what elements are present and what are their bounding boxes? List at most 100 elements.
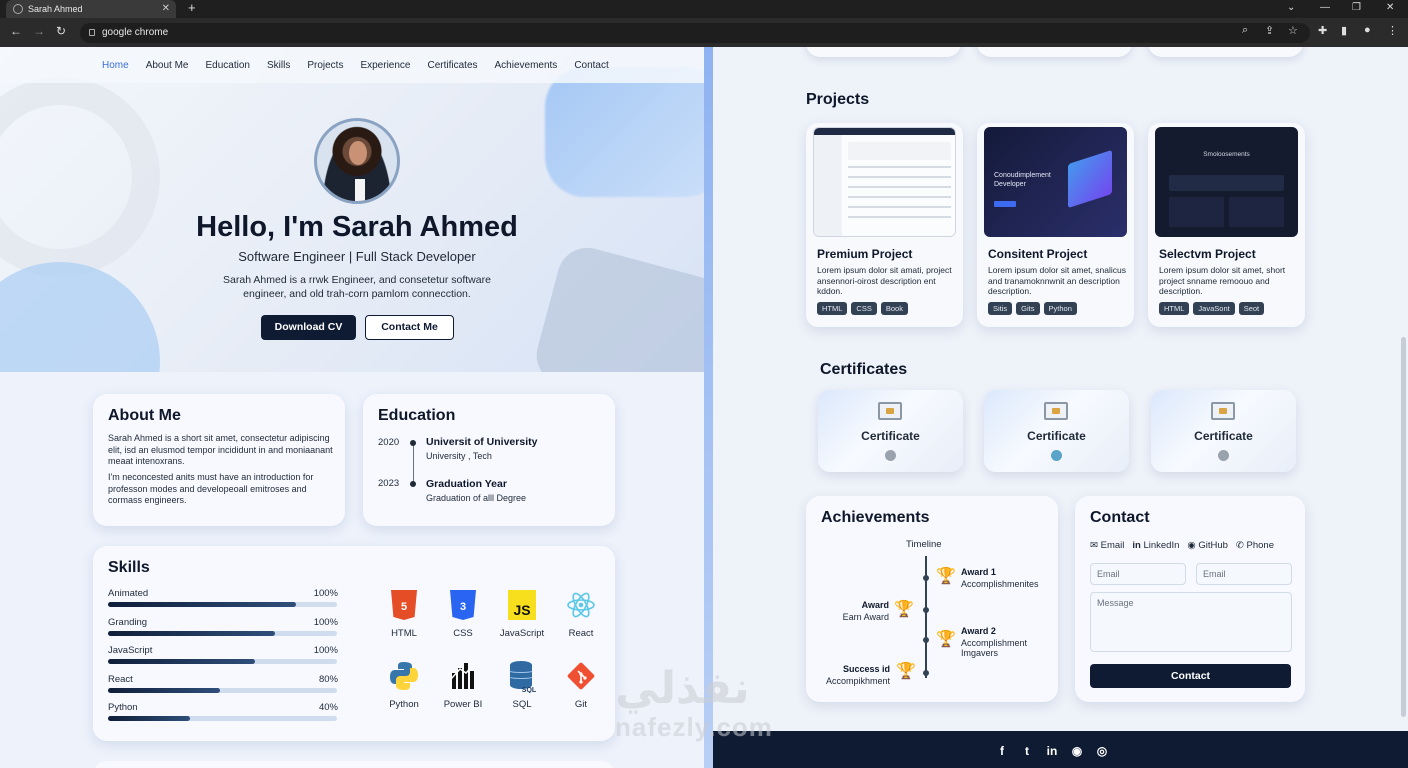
project-card[interactable]: Smoloosements Selectvm Project Lorem ips…: [1148, 123, 1305, 327]
portfolio-right-pane: Projects Premium Project Lorem ipsum dol…: [713, 47, 1408, 731]
skill-bar: [108, 659, 337, 664]
trophy-icon: 🏆: [936, 631, 956, 648]
email-field[interactable]: Email: [1196, 563, 1292, 585]
github-link[interactable]: ◉ GitHub: [1187, 540, 1228, 551]
menu-icon[interactable]: ⋮: [1387, 24, 1398, 37]
svg-text:3: 3: [460, 601, 466, 613]
email-link[interactable]: ✉ Email: [1090, 540, 1124, 551]
project-desc: Lorem ipsum dolor sit amati, project ans…: [817, 265, 952, 296]
message-field[interactable]: Message: [1090, 592, 1292, 652]
timeline-dot: [923, 637, 929, 643]
project-tag: Sitis: [988, 302, 1013, 315]
reload-icon[interactable]: ↻: [56, 24, 66, 38]
nav-skills[interactable]: Skills: [267, 60, 290, 71]
facebook-icon[interactable]: f: [995, 744, 1009, 758]
restore-icon[interactable]: ❐: [1352, 0, 1361, 16]
bookmark-star-icon[interactable]: ☆: [1288, 24, 1298, 37]
globe-icon: [13, 4, 23, 14]
skill-bar-fill: [108, 687, 221, 693]
back-icon[interactable]: ←: [10, 24, 22, 38]
shot-panel: [1229, 197, 1284, 227]
project-card[interactable]: Premium Project Lorem ipsum dolor sit am…: [806, 123, 963, 327]
achievement-title: Award: [861, 600, 889, 610]
project-tag: Seot: [1238, 302, 1265, 315]
project-desc: Lorem ipsum dolor sit amet, snalicus and…: [988, 265, 1126, 296]
timeline-label: Timeline: [906, 539, 942, 550]
address-bar[interactable]: google chrome: [80, 23, 1310, 43]
about-card: About Me Sarah Ahmed is a short sit amet…: [93, 394, 345, 526]
nav-projects[interactable]: Projects: [307, 60, 343, 71]
skill-percent: 80%: [318, 673, 338, 685]
nav-achievements[interactable]: Achievements: [495, 60, 558, 71]
instagram-icon[interactable]: ◎: [1095, 744, 1109, 758]
browser-tab-bar: Sarah Ahmed ✕ + ⌄ — ❐ ✕: [0, 0, 1408, 18]
phone-icon: ✆: [1235, 540, 1244, 551]
medal-icon: [885, 450, 896, 461]
watermark: نفذلي nafezly.com: [615, 663, 805, 742]
achievement-title: Award 1: [961, 567, 996, 577]
nav-certificates[interactable]: Certificates: [427, 60, 477, 71]
project-tag: HTML: [817, 302, 848, 315]
portfolio-left-pane: Home About Me Education Skills Projects …: [0, 47, 704, 768]
zoom-icon[interactable]: ⌕: [1242, 24, 1248, 37]
github-icon[interactable]: ◉: [1070, 744, 1084, 758]
address-text: google chrome: [102, 27, 169, 38]
python-icon: [390, 662, 418, 690]
share-icon[interactable]: ⇪: [1265, 24, 1274, 37]
linkedin-link[interactable]: in LinkedIn: [1132, 540, 1179, 551]
minimize-icon[interactable]: —: [1320, 0, 1330, 16]
decor-ring: [0, 77, 160, 277]
link-label: LinkedIn: [1143, 540, 1180, 551]
twitter-icon[interactable]: t: [1020, 744, 1034, 758]
tab-search-icon[interactable]: ⌄: [1287, 0, 1295, 16]
project-card[interactable]: Conoudimplement Developer Consitent Proj…: [977, 123, 1134, 327]
nav-experience[interactable]: Experience: [360, 60, 410, 71]
about-paragraph: Sarah Ahmed is a short sit amet, consect…: [108, 433, 333, 466]
profile-icon[interactable]: ●: [1364, 24, 1371, 36]
link-label: Email: [1100, 540, 1125, 551]
project-tag: HTML: [1159, 302, 1190, 315]
certificate-card[interactable]: Certificate: [818, 390, 963, 472]
scrollbar[interactable]: [1401, 337, 1406, 717]
contact-card: Contact ✉ Email in LinkedIn ◉ GitHub ✆ P…: [1075, 496, 1305, 702]
linkedin-icon[interactable]: in: [1045, 744, 1059, 758]
avatar-face: [349, 141, 367, 165]
nav-about[interactable]: About Me: [146, 60, 189, 71]
browser-tab[interactable]: Sarah Ahmed ✕: [6, 0, 176, 18]
next-card-stub: [93, 761, 615, 768]
envelope-icon: ✉: [1090, 540, 1098, 551]
phone-link[interactable]: ✆ Phone: [1236, 540, 1274, 551]
hero-role: Software Engineer | Full Stack Developer: [238, 249, 476, 264]
javascript-icon: JS: [508, 590, 536, 620]
watermark-arabic: نفذلي: [615, 663, 750, 714]
contact-submit-button[interactable]: Contact: [1090, 664, 1291, 688]
extensions-icon[interactable]: ✚: [1318, 24, 1327, 37]
edu-year: 2020: [378, 437, 400, 448]
achievement-sub: Accomplishment Imgavers: [961, 638, 1028, 658]
project-tags: Sitis Gits Python: [988, 302, 1077, 315]
shot-row: [848, 196, 951, 198]
certificate-card[interactable]: Certificate: [984, 390, 1129, 472]
project-tag: JavaSont: [1193, 302, 1235, 315]
download-cv-button[interactable]: Download CV: [261, 315, 356, 340]
side-panel-icon[interactable]: ▮: [1341, 24, 1347, 37]
tech-css: 3 CSS: [433, 588, 493, 639]
window-close-icon[interactable]: ✕: [1386, 0, 1394, 16]
shot-heading: Smoloosements: [1203, 151, 1250, 158]
nav-home[interactable]: Home: [102, 60, 129, 71]
footer: f t in ◉ ◎: [713, 731, 1408, 768]
forward-icon[interactable]: →: [33, 24, 45, 38]
new-tab-icon[interactable]: +: [188, 0, 196, 16]
certificate-card[interactable]: Certificate: [1151, 390, 1296, 472]
skill-percent: 40%: [318, 702, 338, 713]
shot-button: [994, 201, 1016, 207]
nav-contact[interactable]: Contact: [574, 60, 608, 71]
avatar: [314, 118, 400, 204]
svg-text:SQL: SQL: [522, 687, 537, 693]
contact-me-button[interactable]: Contact Me: [365, 315, 454, 340]
shot-panel: [1169, 197, 1224, 227]
nav-education[interactable]: Education: [206, 60, 250, 71]
achievements-card: Achievements Timeline 🏆 Award 1 Accompli…: [806, 496, 1058, 702]
email-field[interactable]: Email: [1090, 563, 1186, 585]
close-tab-icon[interactable]: ✕: [162, 0, 170, 18]
